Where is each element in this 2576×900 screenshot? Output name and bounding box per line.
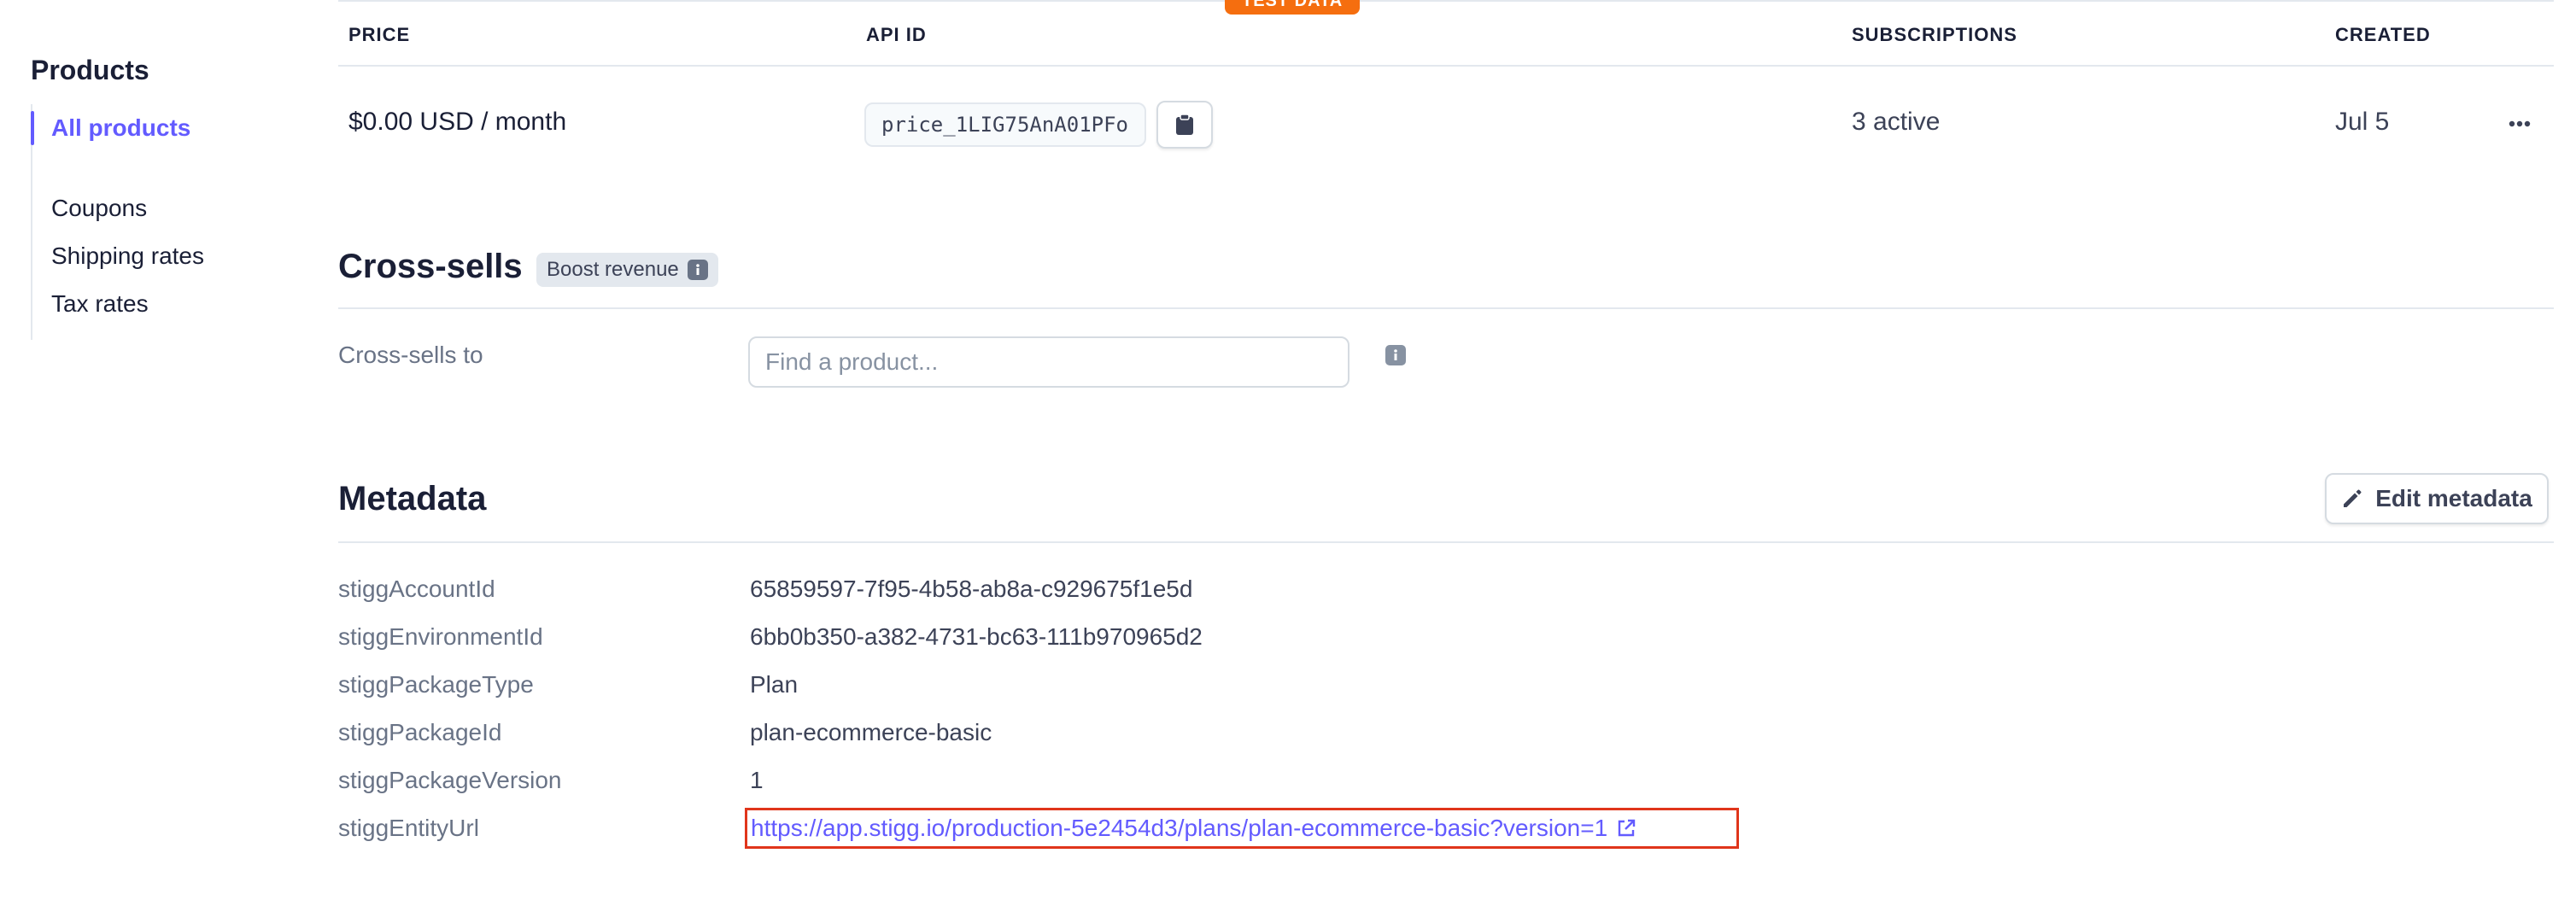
sidebar: Products All products Coupons Shipping r… — [31, 53, 287, 340]
sidebar-item-tax-rates[interactable]: Tax rates — [51, 280, 287, 328]
sidebar-title: Products — [31, 55, 149, 85]
metadata-key: stiggPackageId — [338, 719, 502, 745]
cross-sells-info-icon[interactable] — [1385, 345, 1406, 365]
metadata-key: stiggPackageVersion — [338, 767, 562, 793]
column-header-created: CREATED — [2335, 24, 2431, 45]
cross-sells-title: Cross-sells — [338, 248, 523, 285]
sidebar-item-all-products[interactable]: All products — [31, 104, 287, 152]
price-value: $0.00 USD / month — [348, 108, 567, 136]
copy-api-id-button[interactable] — [1156, 101, 1213, 149]
metadata-title: Metadata — [338, 480, 487, 517]
metadata-value: Plan — [750, 671, 799, 698]
more-horizontal-icon — [2509, 120, 2531, 127]
sidebar-nav: All products Coupons Shipping rates Tax … — [31, 104, 287, 340]
sidebar-item-shipping-rates[interactable]: Shipping rates — [51, 232, 287, 280]
clipboard-icon — [1176, 114, 1193, 135]
pricing-table: PRICE API ID SUBSCRIPTIONS CREATED $0.00… — [338, 0, 2554, 186]
column-header-subscriptions: SUBSCRIPTIONS — [1852, 24, 2017, 45]
metadata-key: stiggAccountId — [338, 576, 495, 602]
cross-sells-to-label: Cross-sells to — [338, 342, 483, 368]
edit-metadata-button[interactable]: Edit metadata — [2325, 473, 2549, 524]
metadata-value: 1 — [750, 767, 764, 793]
metadata-value: plan-ecommerce-basic — [750, 719, 992, 745]
find-product-input[interactable] — [748, 336, 1349, 388]
pencil-icon — [2344, 489, 2362, 507]
created-value: Jul 5 — [2335, 108, 2390, 136]
entity-url-link[interactable]: https://app.stigg.io/production-5e2454d3… — [751, 815, 1607, 842]
column-header-api-id: API ID — [866, 24, 927, 45]
api-id-field[interactable]: price_1LIG75AnA01PFo — [864, 102, 1146, 147]
entity-url-highlight: https://app.stigg.io/production-5e2454d3… — [745, 808, 1739, 849]
metadata-key: stiggPackageType — [338, 671, 534, 698]
column-header-price: PRICE — [348, 24, 411, 45]
boost-revenue-label: Boost revenue — [547, 258, 679, 281]
metadata-value: 6bb0b350-a382-4731-bc63-111b970965d2 — [750, 623, 1203, 650]
metadata-key: stiggEnvironmentId — [338, 623, 543, 650]
table-header-divider — [338, 65, 2554, 67]
cross-sells-divider — [338, 307, 2554, 309]
row-actions-button[interactable] — [2499, 109, 2540, 138]
edit-metadata-label: Edit metadata — [2375, 485, 2532, 511]
metadata-divider — [338, 541, 2554, 543]
metadata-key: stiggEntityUrl — [338, 815, 479, 841]
info-icon — [687, 260, 708, 280]
sidebar-item-coupons[interactable]: Coupons — [51, 184, 287, 232]
test-data-badge: TEST DATA — [1225, 0, 1361, 15]
external-link-icon[interactable] — [1616, 818, 1636, 839]
subscriptions-value: 3 active — [1852, 108, 1941, 136]
boost-revenue-badge[interactable]: Boost revenue — [536, 253, 718, 287]
metadata-value: 65859597-7f95-4b58-ab8a-c929675f1e5d — [750, 576, 1193, 602]
